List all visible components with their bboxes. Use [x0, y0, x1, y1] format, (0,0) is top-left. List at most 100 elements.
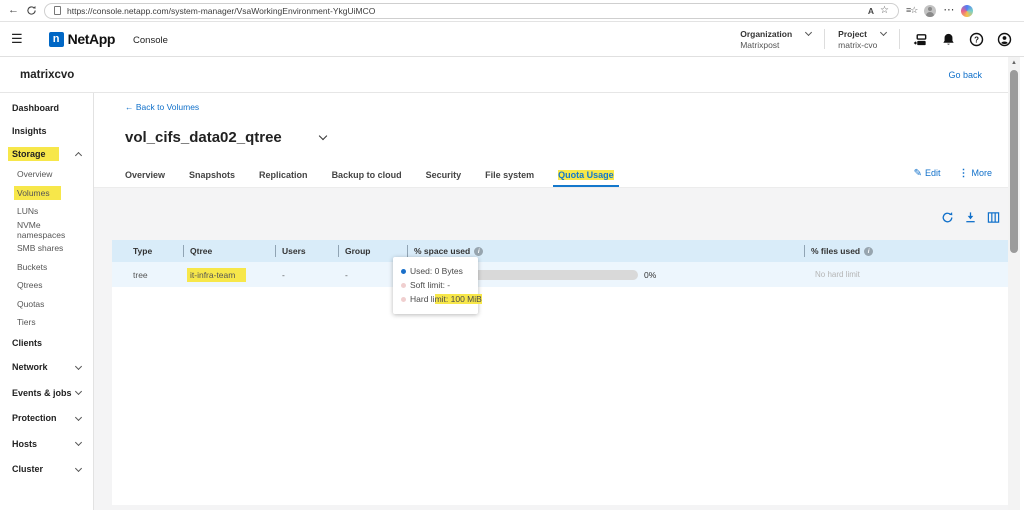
- scrollbar-up-arrow-icon[interactable]: ▲: [1008, 57, 1020, 69]
- tab-overview[interactable]: Overview: [120, 170, 170, 187]
- browser-toolbar: ← https://console.netapp.com/system-mana…: [0, 0, 1024, 22]
- more-button[interactable]: ⋮More: [958, 168, 992, 179]
- space-used-percent: 0%: [644, 270, 656, 280]
- sidebar-item-nvme-namespaces[interactable]: NVMe namespaces: [0, 221, 93, 240]
- chevron-down-icon: [75, 439, 82, 446]
- browser-menu-icon[interactable]: ⋯: [943, 5, 954, 16]
- volumes-highlight: Volumes: [14, 186, 61, 200]
- sidebar-item-tiers[interactable]: Tiers: [0, 313, 93, 332]
- read-aloud-icon[interactable]: A: [868, 6, 874, 16]
- brand-name: NetApp: [68, 31, 115, 47]
- info-icon[interactable]: i: [474, 247, 483, 256]
- chevron-down-icon: [75, 414, 82, 421]
- storage-highlight: Storage: [8, 147, 59, 161]
- environment-name: matrixcvo: [20, 69, 74, 81]
- sidebar-item-storage[interactable]: Storage: [0, 142, 93, 165]
- sidebar-item-network[interactable]: Network: [0, 355, 93, 381]
- used-dot-icon: [401, 269, 406, 274]
- hard-limit-dot-icon: [401, 297, 406, 302]
- environment-bar: matrixcvo Go back: [0, 57, 1008, 93]
- tab-quota-usage[interactable]: Quota Usage: [553, 170, 619, 187]
- browser-refresh-icon[interactable]: [26, 5, 37, 16]
- refresh-button[interactable]: [941, 211, 954, 224]
- column-settings-button[interactable]: [987, 211, 1000, 224]
- svg-text:?: ?: [974, 35, 979, 44]
- notifications-bell-icon[interactable]: [941, 32, 956, 47]
- quota-table-row[interactable]: tree it-infra-team - - 0% No hard limit: [112, 262, 1008, 287]
- sidebar-item-quotas[interactable]: Quotas: [0, 295, 93, 314]
- browser-profile-avatar[interactable]: [924, 5, 936, 17]
- browser-back-icon[interactable]: ←: [8, 5, 19, 16]
- organization-value: Matrixpost: [740, 40, 811, 50]
- favorite-star-icon[interactable]: ☆: [880, 6, 889, 16]
- pencil-icon: ✎: [914, 168, 922, 179]
- favorites-hub-icon[interactable]: ≡☆: [906, 5, 917, 16]
- help-icon[interactable]: ?: [969, 32, 984, 47]
- column-header-users: Users: [275, 240, 338, 262]
- netapp-logo-mark: n: [49, 32, 64, 47]
- sidebar-item-protection[interactable]: Protection: [0, 406, 93, 432]
- column-header-type: Type: [112, 240, 183, 262]
- connector-icon[interactable]: [913, 32, 928, 47]
- kebab-menu-icon: ⋮: [958, 168, 968, 179]
- sidebar-item-hosts[interactable]: Hosts: [0, 431, 93, 457]
- sidebar-item-overview[interactable]: Overview: [0, 165, 93, 184]
- tooltip-soft-limit: Soft limit: -: [401, 278, 471, 292]
- sidebar-item-volumes[interactable]: Volumes: [0, 184, 93, 203]
- tab-snapshots[interactable]: Snapshots: [184, 170, 240, 187]
- info-icon[interactable]: i: [864, 247, 873, 256]
- url-text[interactable]: https://console.netapp.com/system-manage…: [67, 6, 862, 16]
- sidebar-item-dashboard[interactable]: Dashboard: [0, 96, 93, 119]
- quota-usage-highlight: Quota Usage: [558, 170, 614, 180]
- page: ← https://console.netapp.com/system-mana…: [0, 0, 1024, 510]
- table-header-row: Type Qtree Users Group % space usedi % f…: [112, 240, 1008, 262]
- volume-title: vol_cifs_data02_qtree: [125, 129, 326, 146]
- cell-qtree: it-infra-team: [183, 262, 275, 287]
- qtree-highlight: it-infra-team: [187, 268, 246, 282]
- tab-file-system[interactable]: File system: [480, 170, 539, 187]
- sidebar-item-cluster[interactable]: Cluster: [0, 457, 93, 483]
- hard-limit-highlight: mit: 100 MiB: [435, 294, 482, 304]
- column-header-qtree: Qtree: [183, 240, 275, 262]
- chevron-down-icon: [75, 465, 82, 472]
- organization-label: Organization: [740, 29, 792, 39]
- user-account-icon[interactable]: [997, 32, 1012, 47]
- scrollbar-thumb[interactable]: [1010, 70, 1018, 253]
- edit-button[interactable]: ✎Edit: [914, 168, 941, 179]
- sidebar-item-smb-shares[interactable]: SMB shares: [0, 239, 93, 258]
- site-info-icon[interactable]: [54, 6, 61, 15]
- sidebar-item-luns[interactable]: LUNs: [0, 202, 93, 221]
- tab-backup-to-cloud[interactable]: Backup to cloud: [327, 170, 407, 187]
- go-back-link[interactable]: Go back: [948, 70, 982, 80]
- chevron-up-icon: [75, 151, 82, 158]
- download-button[interactable]: [964, 211, 977, 224]
- soft-limit-dot-icon: [401, 283, 406, 288]
- quota-tooltip: Used: 0 Bytes Soft limit: - Hard limit: …: [393, 257, 478, 314]
- copilot-icon[interactable]: [961, 5, 973, 17]
- netapp-logo: n NetApp: [49, 31, 115, 47]
- sidebar-item-events-jobs[interactable]: Events & jobs: [0, 380, 93, 406]
- sidebar-item-qtrees[interactable]: Qtrees: [0, 276, 93, 295]
- tooltip-hard-limit: Hard limit: 100 MiB: [401, 292, 471, 306]
- organization-selector[interactable]: Organization Matrixpost: [740, 29, 811, 50]
- project-selector[interactable]: Project matrix-cvo: [838, 29, 886, 50]
- sidebar-item-buckets[interactable]: Buckets: [0, 258, 93, 277]
- address-bar[interactable]: https://console.netapp.com/system-manage…: [44, 3, 899, 19]
- back-to-volumes-link[interactable]: ← Back to Volumes: [125, 102, 199, 112]
- vertical-scrollbar[interactable]: ▲: [1008, 57, 1020, 510]
- chevron-down-icon: [880, 29, 887, 36]
- sidebar-item-clients[interactable]: Clients: [0, 332, 93, 355]
- cell-files-used: No hard limit: [804, 262, 1008, 287]
- chevron-down-icon: [75, 363, 82, 370]
- tab-security[interactable]: Security: [421, 170, 467, 187]
- tab-replication[interactable]: Replication: [254, 170, 313, 187]
- product-name: Console: [133, 35, 168, 46]
- quota-table: Type Qtree Users Group % space usedi % f…: [112, 240, 1008, 505]
- quota-usage-panel: Type Qtree Users Group % space usedi % f…: [94, 188, 1008, 510]
- title-chevron-down-icon[interactable]: [319, 132, 327, 140]
- divider: [899, 29, 900, 49]
- app-header: ☰ n NetApp Console Organization Matrixpo…: [0, 22, 1024, 57]
- table-toolbar: [941, 211, 1000, 224]
- hamburger-menu-icon[interactable]: ☰: [11, 31, 23, 47]
- sidebar-item-insights[interactable]: Insights: [0, 119, 93, 142]
